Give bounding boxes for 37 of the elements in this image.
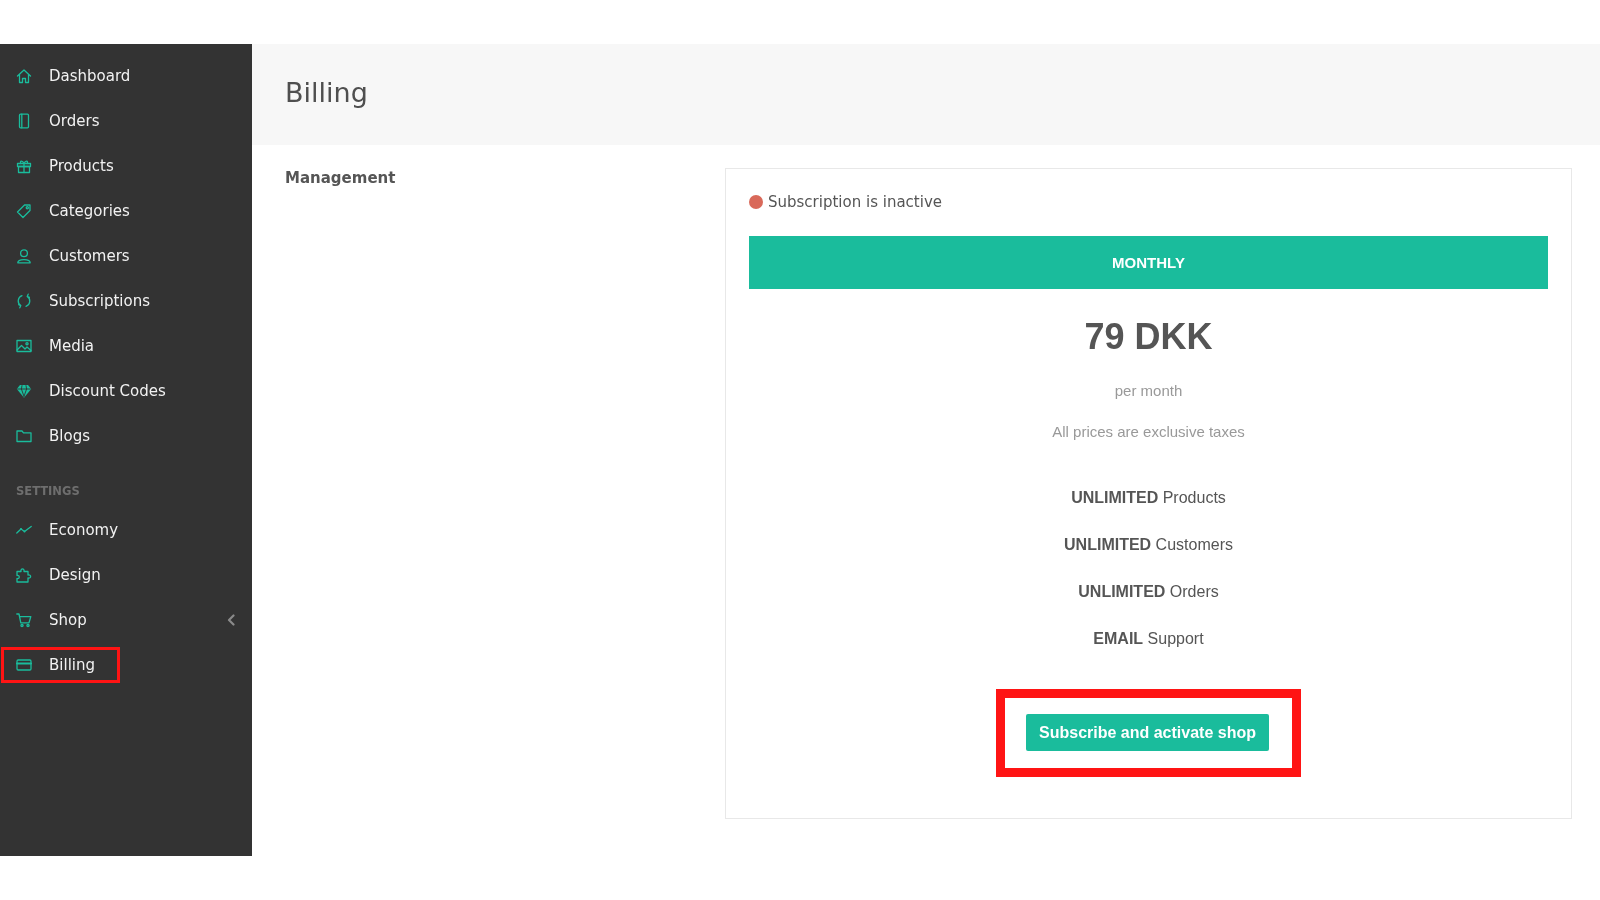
sidebar-item[interactable]: Media (0, 323, 252, 369)
sidebar-item[interactable]: Billing (0, 642, 252, 688)
feature-text: UNLIMITED Orders (1078, 582, 1219, 602)
sidebar-item[interactable]: Economy (0, 508, 252, 553)
tax-note: All prices are exclusive taxes (1051, 422, 1246, 442)
gift-icon (16, 158, 32, 175)
sidebar-item[interactable]: Products (0, 143, 252, 189)
image-icon (16, 337, 32, 354)
sidebar-item[interactable]: Categories (0, 188, 252, 234)
tag-icon (16, 203, 32, 220)
feature-text: UNLIMITED Products (1071, 488, 1226, 508)
page-title: Billing (285, 75, 368, 110)
section-label: Management (285, 168, 397, 188)
folder-icon (16, 427, 32, 444)
notebook-icon (16, 113, 32, 130)
status-text: Subscription is inactive (768, 192, 942, 212)
refresh-icon (16, 292, 32, 309)
price-text: 79 DKK (1083, 317, 1214, 357)
period-text: per month (1113, 381, 1184, 401)
user-icon (16, 248, 32, 264)
sidebar-item[interactable]: Discount Codes (0, 368, 252, 414)
sidebar-item[interactable]: Blogs (0, 413, 252, 458)
sidebar-item[interactable]: Customers (0, 233, 252, 279)
plan-name-bar: MONTHLY (749, 236, 1548, 289)
home-icon (16, 68, 32, 85)
sidebar-item[interactable]: Shop (0, 597, 252, 643)
feature-text: EMAIL Support (1093, 629, 1204, 649)
credit-card-icon (16, 657, 32, 674)
sidebar-item[interactable]: Design (0, 552, 252, 598)
sidebar-item[interactable]: Orders (0, 98, 252, 144)
cart-icon (16, 612, 32, 629)
sidebar-item[interactable]: Dashboard (0, 54, 252, 99)
feature-text: UNLIMITED Customers (1064, 535, 1233, 555)
sidebar-item[interactable]: Subscriptions (0, 278, 252, 324)
gem-icon (16, 382, 32, 399)
sidebar-section-heading: SETTINGS (15, 483, 81, 500)
puzzle-icon (16, 567, 32, 584)
